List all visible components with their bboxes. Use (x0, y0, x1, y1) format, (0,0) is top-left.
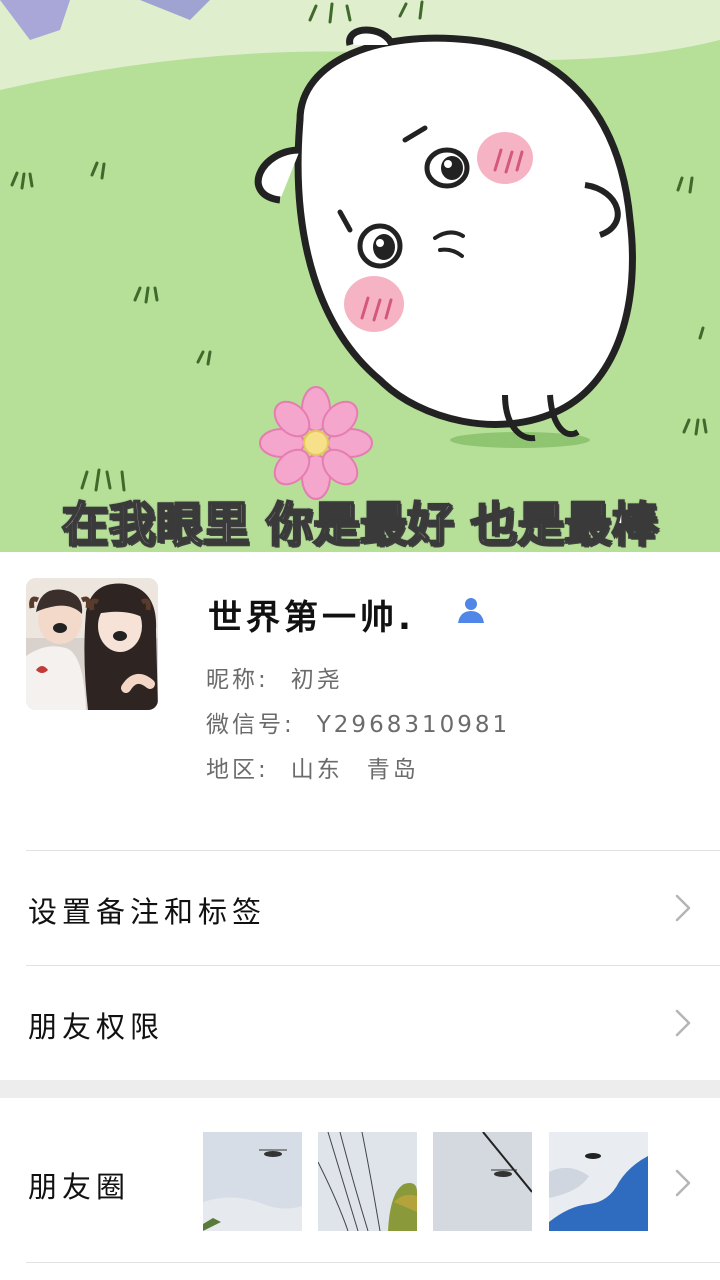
chevron-right-icon (675, 894, 691, 922)
region-province: 山东 (290, 757, 343, 783)
nickname-label: 昵称: (206, 667, 269, 693)
divider (26, 1262, 720, 1263)
remark-tags-row[interactable]: 设置备注和标签 (0, 851, 720, 965)
remark-tags-label: 设置备注和标签 (28, 895, 267, 929)
wechat-id-line: 微信号: Y2968310981 (206, 705, 510, 739)
hamster-illustration (0, 0, 720, 552)
cover-caption: 在我眼里 你是最好 也是最棒 (61, 497, 660, 552)
chevron-right-icon (675, 1009, 691, 1037)
moments-thumbnail[interactable] (203, 1132, 302, 1231)
friend-permissions-label: 朋友权限 (28, 1010, 165, 1044)
moments-thumbnail[interactable] (318, 1132, 417, 1231)
chevron-right-icon (675, 1169, 691, 1197)
nickname-line: 昵称: 初尧 (206, 660, 343, 694)
friend-permissions-row[interactable]: 朋友权限 (0, 966, 720, 1080)
wechat-id-label: 微信号: (206, 712, 295, 738)
display-name: 世界第一帅. (208, 598, 415, 638)
moments-label: 朋友圈 (28, 1170, 131, 1204)
profile-cover[interactable]: 在我眼里 你是最好 也是最棒 (0, 0, 720, 552)
moments-thumbnail[interactable] (433, 1132, 532, 1231)
region-label: 地区: (206, 757, 269, 783)
person-icon (458, 598, 484, 623)
region-line: 地区: 山东 青岛 (206, 750, 419, 784)
profile-card: 世界第一帅. 昵称: 初尧 微信号: Y2968310981 地区: 山东 青岛 (0, 552, 720, 850)
section-separator (0, 1080, 720, 1098)
nickname-value: 初尧 (290, 667, 343, 693)
avatar[interactable] (26, 578, 158, 710)
wechat-id-value: Y2968310981 (316, 712, 511, 738)
moments-thumbnail[interactable] (549, 1132, 648, 1231)
region-city: 青岛 (366, 757, 419, 783)
